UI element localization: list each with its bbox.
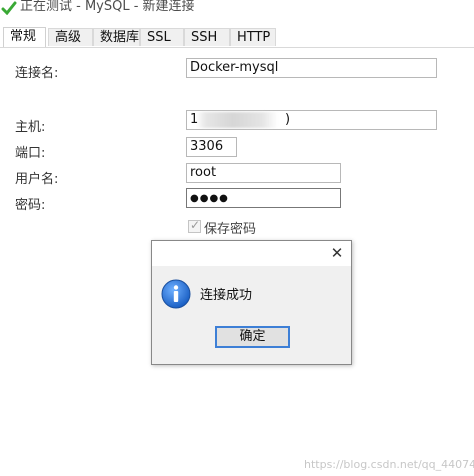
dialog-body: 连接成功 确定: [152, 266, 351, 364]
tab-label: SSH: [191, 30, 218, 45]
host-value-end: ): [285, 112, 291, 127]
save-password-label: 保存密码: [204, 222, 257, 237]
message-dialog: ✕ 连接成功 确定: [151, 240, 352, 365]
tab-label: SSL: [147, 30, 171, 45]
tab-bar: 常规 高级 数据库 SSL SSH HTTP: [0, 27, 474, 48]
tab-advanced[interactable]: 高级: [48, 28, 93, 46]
connection-name-label: 连接名:: [15, 66, 59, 81]
password-input[interactable]: ●●●●: [186, 188, 341, 208]
tab-label: HTTP: [237, 30, 271, 45]
tab-http[interactable]: HTTP: [230, 28, 276, 46]
tab-label: 数据库: [100, 30, 140, 45]
close-button[interactable]: ✕: [329, 244, 345, 262]
window-titlebar: 正在测试 - MySQL - 新建连接: [0, 0, 474, 22]
save-password-checkbox[interactable]: ✓: [188, 218, 201, 233]
connection-name-input[interactable]: Docker-mysql: [186, 58, 437, 78]
tab-ssh[interactable]: SSH: [184, 28, 230, 46]
tab-ssl[interactable]: SSL: [140, 28, 184, 46]
window-title: 正在测试 - MySQL - 新建连接: [20, 0, 195, 14]
tab-general[interactable]: 常规: [3, 27, 46, 47]
host-label: 主机:: [15, 120, 46, 135]
dialog-message: 连接成功: [200, 288, 253, 303]
info-icon: [161, 279, 191, 309]
tab-label: 常规: [10, 29, 37, 44]
port-label: 端口:: [15, 146, 46, 161]
tab-label: 高级: [55, 30, 82, 45]
port-input[interactable]: 3306: [186, 137, 237, 157]
username-label: 用户名:: [15, 172, 59, 187]
tab-database[interactable]: 数据库: [93, 28, 140, 46]
ok-button[interactable]: 确定: [215, 326, 290, 348]
watermark-text: https://blog.csdn.net/qq_44074697: [304, 458, 474, 471]
close-icon: ✕: [330, 244, 344, 262]
app-logo-icon: [1, 1, 17, 15]
host-redaction-blur: [196, 112, 278, 128]
password-label: 密码:: [15, 198, 46, 213]
checkmark-icon: ✓: [190, 218, 201, 232]
dialog-titlebar: ✕: [152, 241, 351, 266]
password-masked-value: ●●●●: [190, 193, 229, 204]
username-input[interactable]: root: [186, 163, 341, 183]
